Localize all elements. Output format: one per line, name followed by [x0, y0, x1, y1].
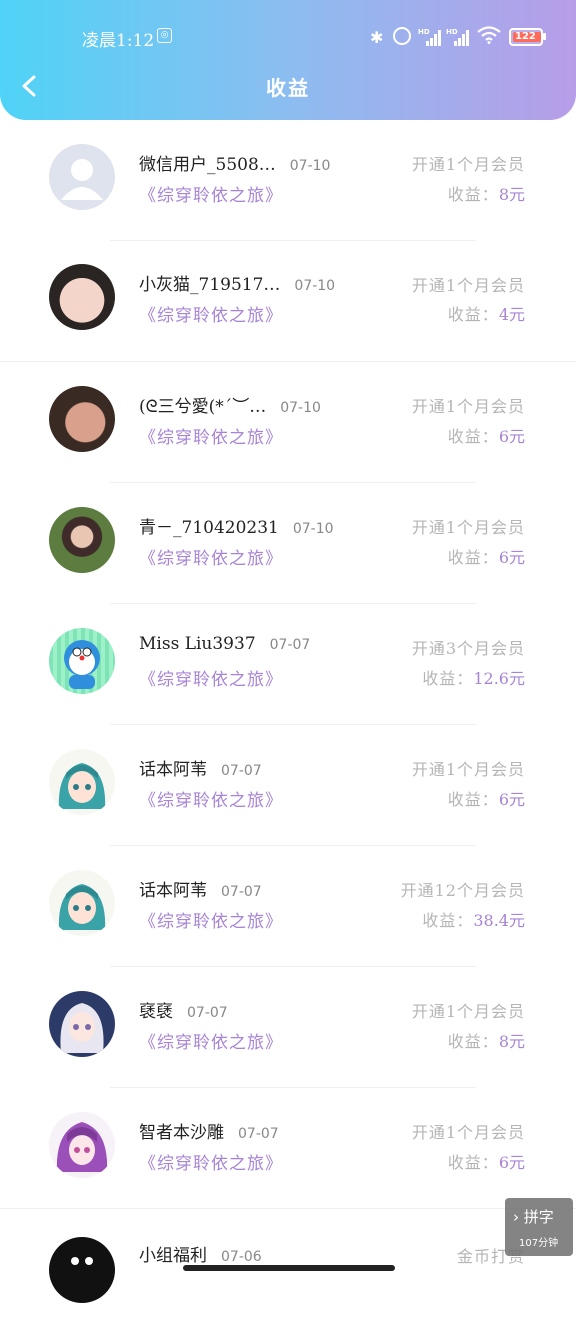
book-title: 《综穿聆依之旅》 — [139, 306, 283, 326]
alarm-icon — [393, 27, 411, 45]
wifi-icon — [477, 26, 501, 44]
plan-text: 开通1个月会员 — [411, 155, 525, 174]
date: 07-10 — [292, 521, 334, 537]
book-title: 《综穿聆依之旅》 — [139, 1154, 283, 1174]
earnings: 收益：6元 — [447, 790, 525, 809]
avatar — [49, 507, 115, 573]
list-item[interactable]: 话本阿苇 07-07 《综穿聆依之旅》 开通1个月会员 收益：6元 — [0, 725, 576, 846]
status-bar: 凌晨1:12 ◎ ✱ HD HD 122 — [0, 20, 576, 54]
avatar — [49, 870, 115, 936]
date: 07-06 — [221, 1249, 262, 1265]
notification-icon: ◎ — [157, 28, 172, 43]
book-title: 《综穿聆依之旅》 — [139, 1033, 283, 1053]
penguin-avatar-icon — [71, 1257, 93, 1265]
list-item[interactable]: Miss Liu3937 07-07 《综穿聆依之旅》 开通3个月会员 收益：12… — [0, 604, 576, 725]
avatar — [49, 628, 115, 694]
user-name: (ᘓ三兮愛(*ˊ︶… 07-10 — [139, 397, 321, 417]
home-indicator[interactable] — [183, 1265, 395, 1271]
signal-icon: HD — [446, 28, 470, 46]
user-name: 小灰猫_719517… 07-10 — [139, 275, 336, 295]
doraemon-icon — [64, 640, 100, 689]
earnings: 收益：12.6元 — [422, 669, 525, 688]
date: 07-07 — [221, 884, 262, 900]
user-name: 褎褎 07-07 — [139, 1002, 228, 1022]
book-title: 《综穿聆依之旅》 — [139, 912, 283, 932]
earnings: 收益：8元 — [447, 1032, 525, 1051]
status-time: 凌晨1:12 — [82, 31, 155, 51]
date: 07-10 — [289, 158, 331, 174]
list-item[interactable]: (ᘓ三兮愛(*ˊ︶… 07-10 《综穿聆依之旅》 开通1个月会员 收益：6元 — [0, 362, 576, 483]
date: 07-07 — [269, 637, 311, 653]
date: 07-10 — [294, 278, 336, 294]
anime-avatar-icon — [58, 763, 106, 809]
user-name: 小组福利 07-06 — [139, 1246, 262, 1266]
plan-text: 开通3个月会员 — [411, 639, 525, 658]
list-item[interactable]: 小灰猫_719517… 07-10 《综穿聆依之旅》 开通1个月会员 收益：4元 — [0, 241, 576, 362]
avatar — [49, 991, 115, 1057]
book-title: 《综穿聆依之旅》 — [139, 186, 283, 206]
plan-text: 开通1个月会员 — [411, 518, 525, 537]
earnings: 收益：38.4元 — [422, 911, 525, 930]
anime-avatar-icon — [60, 1003, 104, 1053]
avatar — [49, 386, 115, 452]
plan-text: 开通1个月会员 — [411, 1002, 525, 1021]
list-item[interactable]: 青－_710420231 07-10 《综穿聆依之旅》 开通1个月会员 收益：6元 — [0, 483, 576, 604]
list-item[interactable]: 褎褎 07-07 《综穿聆依之旅》 开通1个月会员 收益：8元 — [0, 967, 576, 1088]
list-item[interactable]: 微信用户_5508… 07-10 《综穿聆依之旅》 开通1个月会员 收益：8元 — [0, 120, 576, 241]
page-title: 收益 — [266, 76, 310, 100]
earnings: 收益：8元 — [447, 185, 525, 204]
date: 07-07 — [221, 763, 262, 779]
book-title: 《综穿聆依之旅》 — [139, 670, 283, 690]
floating-label: › 拼字 — [513, 1208, 554, 1226]
plan-text: 开通1个月会员 — [411, 276, 525, 295]
user-name: 微信用户_5508… 07-10 — [139, 155, 331, 175]
plan-text: 开通12个月会员 — [400, 881, 525, 900]
anime-avatar-icon — [58, 884, 106, 930]
plan-text: 开通1个月会员 — [411, 760, 525, 779]
earnings: 收益：6元 — [447, 427, 525, 446]
earnings: 收益：4元 — [447, 305, 525, 324]
signal-icon: HD — [418, 28, 442, 46]
list-item[interactable]: 智者本沙雕 07-07 《综穿聆依之旅》 开通1个月会员 收益：6元 — [0, 1088, 576, 1209]
book-title: 《综穿聆依之旅》 — [139, 791, 283, 811]
date: 07-10 — [280, 400, 321, 416]
floating-sub: 107分钟 — [519, 1238, 559, 1249]
default-user-icon — [61, 159, 103, 200]
header-bar: 凌晨1:12 ◎ ✱ HD HD 122 收益 — [0, 0, 576, 120]
user-name: 话本阿苇 07-07 — [139, 881, 262, 901]
earnings: 收益：6元 — [447, 548, 525, 567]
list-item[interactable]: 话本阿苇 07-07 《综穿聆依之旅》 开通12个月会员 收益：38.4元 — [0, 846, 576, 967]
user-name: 智者本沙雕 07-07 — [139, 1123, 279, 1143]
avatar — [49, 144, 115, 210]
plan-text: 开通1个月会员 — [411, 1123, 525, 1142]
earnings: 收益：6元 — [447, 1153, 525, 1172]
book-title: 《综穿聆依之旅》 — [139, 428, 283, 448]
user-name: 话本阿苇 07-07 — [139, 760, 262, 780]
user-name: Miss Liu3937 07-07 — [139, 634, 311, 654]
battery-icon: 122 — [509, 28, 543, 46]
date: 07-07 — [238, 1126, 279, 1142]
bluetooth-icon: ✱ — [370, 28, 384, 47]
user-name: 青－_710420231 07-10 — [139, 518, 334, 538]
date: 07-07 — [187, 1005, 228, 1021]
avatar — [49, 1112, 115, 1178]
avatar — [49, 264, 115, 330]
plan-text: 开通1个月会员 — [411, 397, 525, 416]
floating-pinzi-button[interactable]: › 拼字 107分钟 — [505, 1198, 573, 1256]
anime-avatar-icon — [56, 1122, 108, 1172]
book-title: 《综穿聆依之旅》 — [139, 549, 283, 569]
avatar — [49, 749, 115, 815]
avatar — [49, 1237, 115, 1303]
